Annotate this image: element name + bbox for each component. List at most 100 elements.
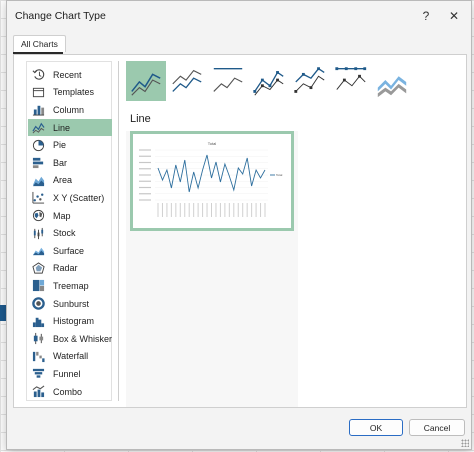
stacked-line-markers-subtype-button[interactable] <box>290 61 330 101</box>
3d-line-subtype-icon <box>377 76 407 98</box>
box-whisker-chart-icon <box>31 332 45 346</box>
chart-type-item-line[interactable]: Line <box>28 118 112 137</box>
preview-x-tick-label <box>255 203 257 217</box>
chart-type-label: Stock <box>53 228 76 239</box>
resize-grip[interactable] <box>461 439 469 447</box>
chart-type-item-map[interactable]: Map <box>28 207 112 225</box>
funnel-chart-icon <box>31 367 45 381</box>
preview-panel: Total Total <box>126 131 298 407</box>
chart-type-label: Line <box>53 122 71 133</box>
line-with-markers-subtype-button[interactable] <box>249 61 289 101</box>
change-chart-type-dialog: Change Chart Type ? ✕ All Charts Recent T… <box>6 0 472 450</box>
chart-type-item-sunburst[interactable]: Sunburst <box>28 295 112 313</box>
chart-type-label: Waterfall <box>53 351 89 362</box>
chart-type-label: Pie <box>53 140 67 151</box>
preview-y-tick-label <box>139 199 151 201</box>
preview-title: Total <box>208 141 217 146</box>
preview-x-tick-label <box>184 203 186 217</box>
preview-x-tick-label <box>193 203 195 217</box>
bar-chart-icon <box>31 156 45 170</box>
preview-x-tick-label <box>237 203 239 217</box>
panel-divider <box>118 61 119 401</box>
preview-x-tick-label <box>166 203 168 217</box>
chart-type-item-surface[interactable]: Surface <box>28 242 112 260</box>
preview-x-tick-label <box>157 203 159 217</box>
selected-type-heading: Line <box>130 113 151 125</box>
3d-line-subtype-button[interactable] <box>372 61 412 101</box>
preview-x-tick-label <box>224 203 226 217</box>
chart-type-item-x-y-scatter[interactable]: X Y (Scatter) <box>28 189 112 207</box>
line-with-markers-subtype-icon <box>253 71 284 96</box>
chart-preview: Total Total <box>139 141 283 217</box>
radar-chart-icon <box>31 261 45 275</box>
tab-strip: All Charts <box>13 35 66 53</box>
preview-x-tick-label <box>170 203 172 217</box>
chart-type-item-stock[interactable]: Stock <box>28 224 112 242</box>
preview-x-tick-label <box>233 203 235 217</box>
chart-type-label: Map <box>53 210 71 221</box>
chart-preview-card[interactable]: Total Total <box>130 131 294 231</box>
chart-type-label: Area <box>53 175 73 186</box>
preview-series-line <box>157 154 266 193</box>
chart-type-item-histogram[interactable]: Histogram <box>28 312 112 330</box>
chart-type-item-waterfall[interactable]: Waterfall <box>28 348 112 366</box>
stacked-line-subtype-icon <box>172 69 202 92</box>
preview-x-tick-label <box>175 203 177 217</box>
100-stacked-line-markers-subtype-icon <box>335 67 367 90</box>
chart-type-item-column[interactable]: Column <box>28 101 112 119</box>
preview-y-tick-label <box>139 149 151 151</box>
templates-icon <box>31 85 45 99</box>
preview-y-tick-label <box>139 168 151 170</box>
cancel-button[interactable]: Cancel <box>409 419 465 436</box>
dialog-title: Change Chart Type <box>15 10 106 22</box>
chart-type-item-radar[interactable]: Radar <box>28 260 112 278</box>
100-stacked-line-subtype-icon <box>213 68 243 92</box>
line-subtype-icon <box>131 73 161 96</box>
stacked-line-subtype-button[interactable] <box>167 61 207 101</box>
histogram-chart-icon <box>31 314 45 328</box>
preview-x-tick-label <box>264 203 266 217</box>
chart-type-label: Histogram <box>53 316 95 327</box>
line-subtype-button[interactable] <box>126 61 166 101</box>
chart-type-item-recent[interactable]: Recent <box>28 66 112 84</box>
recent-icon <box>31 68 45 82</box>
dialog-titlebar: Change Chart Type <box>7 1 471 31</box>
surface-chart-icon <box>31 244 45 258</box>
chart-type-item-box-whisker[interactable]: Box & Whisker <box>28 330 112 348</box>
chart-type-item-funnel[interactable]: Funnel <box>28 365 112 383</box>
preview-x-tick-label <box>206 203 208 217</box>
chart-type-label: Column <box>53 104 85 115</box>
chart-type-item-templates[interactable]: Templates <box>28 84 112 102</box>
help-button[interactable]: ? <box>417 7 435 25</box>
combo-chart-icon <box>31 385 45 399</box>
tab-all-charts[interactable]: All Charts <box>13 35 66 52</box>
preview-x-tick-label <box>215 203 217 217</box>
chart-type-item-pie[interactable]: Pie <box>28 136 112 154</box>
close-button[interactable]: ✕ <box>445 7 463 25</box>
100-stacked-line-markers-subtype-button[interactable] <box>331 61 371 101</box>
preview-y-tick-label <box>139 193 151 195</box>
chart-type-item-area[interactable]: Area <box>28 172 112 190</box>
ok-button[interactable]: OK <box>349 419 403 436</box>
chart-type-item-treemap[interactable]: Treemap <box>28 277 112 295</box>
100-stacked-line-subtype-button[interactable] <box>208 61 248 101</box>
chart-type-item-combo[interactable]: Combo <box>28 383 112 401</box>
chart-type-label: Templates <box>53 87 95 98</box>
preview-x-tick-label <box>228 203 230 217</box>
column-chart-icon <box>31 103 45 117</box>
chart-type-label: Surface <box>53 245 85 256</box>
line-chart-icon <box>31 121 45 135</box>
preview-x-tick-label <box>246 203 248 217</box>
preview-y-tick-label <box>139 180 151 182</box>
chart-type-label: Combo <box>53 386 83 397</box>
stock-chart-icon <box>31 226 45 240</box>
area-chart-icon <box>31 173 45 187</box>
preview-x-tick-label <box>197 203 199 217</box>
preview-y-tick-label <box>139 174 151 176</box>
preview-x-tick-label <box>251 203 253 217</box>
treemap-chart-icon <box>31 279 45 293</box>
preview-x-tick-label <box>211 203 212 217</box>
chart-type-item-bar[interactable]: Bar <box>28 154 112 172</box>
chart-type-label: Recent <box>53 69 82 80</box>
chart-type-label: Treemap <box>53 280 89 291</box>
